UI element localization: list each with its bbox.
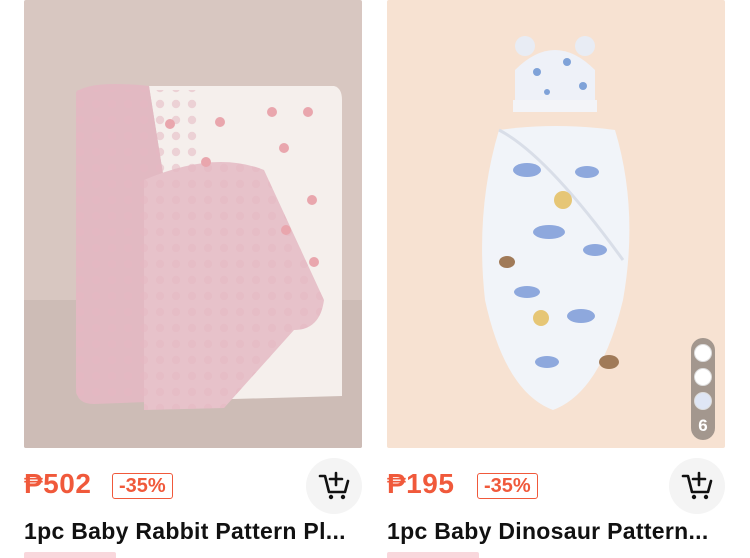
color-swatch[interactable]: [694, 344, 712, 362]
product-card[interactable]: ₱502 -35% 1pc Baby Rabbit Pattern Pl...: [24, 0, 362, 558]
swatch-count: 6: [698, 416, 708, 435]
product-image[interactable]: [24, 0, 362, 448]
product-title[interactable]: 1pc Baby Dinosaur Pattern...: [387, 518, 725, 545]
dinosaur-swaddle-illustration: [387, 0, 725, 448]
color-swatch-selector[interactable]: 6: [691, 338, 715, 440]
rabbit-blanket-illustration: [24, 0, 362, 448]
price: ₱195: [387, 468, 455, 499]
discount-badge: -35%: [112, 473, 173, 499]
price-row: ₱195 -35%: [387, 458, 725, 514]
add-to-cart-icon: [318, 471, 350, 500]
color-swatch[interactable]: [694, 392, 712, 410]
price-row: ₱502 -35%: [24, 458, 362, 514]
price: ₱502: [24, 468, 92, 499]
product-image[interactable]: 6: [387, 0, 725, 448]
add-to-cart-icon: [681, 471, 713, 500]
add-to-cart-button[interactable]: [669, 458, 725, 514]
add-to-cart-button[interactable]: [306, 458, 362, 514]
color-swatch[interactable]: [694, 368, 712, 386]
product-card[interactable]: 6 ₱195 -35% 1pc Baby Dinosaur Pattern...: [387, 0, 725, 558]
discount-badge: -35%: [477, 473, 538, 499]
promo-tag: [387, 552, 479, 558]
promo-tag: [24, 552, 116, 558]
product-title[interactable]: 1pc Baby Rabbit Pattern Pl...: [24, 518, 362, 545]
